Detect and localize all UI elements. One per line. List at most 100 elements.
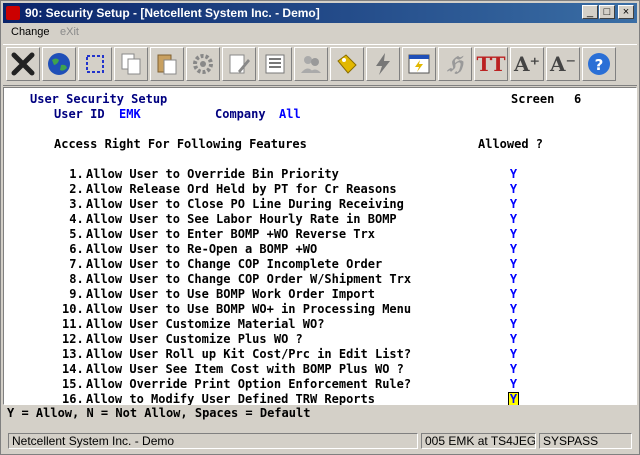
screen-label: Screen xyxy=(511,92,555,106)
screen-number: 6 xyxy=(574,92,582,106)
internet-tool-button[interactable] xyxy=(42,47,76,81)
feature-label: Allow User Roll up Kit Cost/Prc in Edit … xyxy=(86,347,412,361)
company-label: Company xyxy=(215,107,266,121)
feature-label: Allow User to Re-Open a BOMP +WO xyxy=(86,242,318,256)
feature-label: Allow Override Print Option Enforcement … xyxy=(86,377,412,391)
feature-allowed-field[interactable]: Y xyxy=(509,347,518,362)
svg-text:?: ? xyxy=(595,56,604,74)
close-button[interactable]: × xyxy=(618,5,634,19)
font-style-icon: TT xyxy=(476,52,506,76)
feature-number: 7. xyxy=(62,257,84,271)
signature-tool-button[interactable]: ℌ xyxy=(438,47,472,81)
feature-number: 11. xyxy=(62,317,84,331)
settings-icon xyxy=(193,54,213,74)
feature-number: 1. xyxy=(62,167,84,181)
help-icon: ? xyxy=(588,53,610,75)
feature-allowed-field[interactable]: Y xyxy=(509,377,518,392)
list-tool-button[interactable] xyxy=(258,47,292,81)
feature-allowed-field[interactable]: Y xyxy=(509,257,518,272)
tag-tool-button[interactable] xyxy=(330,47,364,81)
select-box-icon xyxy=(86,55,104,73)
feature-label: Allow User to Enter BOMP +WO Reverse Trx xyxy=(86,227,375,241)
feature-allowed-field[interactable]: Y xyxy=(509,212,518,227)
calendar-lightning-icon xyxy=(408,54,430,74)
users-icon xyxy=(301,56,321,73)
globe-icon xyxy=(48,53,70,75)
feature-allowed-field[interactable]: Y xyxy=(509,287,518,302)
status-company: Netcellent System Inc. - Demo xyxy=(8,433,418,449)
list-icon xyxy=(265,54,285,74)
feature-allowed-field[interactable]: Y xyxy=(509,362,518,377)
tag-icon xyxy=(337,54,357,74)
terminal-screen: User Security Setup Screen 6 User ID EMK… xyxy=(3,87,637,407)
feature-allowed-field[interactable]: Y xyxy=(509,332,518,347)
font-decrease-tool-button[interactable]: A⁻ xyxy=(546,47,580,81)
feature-number: 14. xyxy=(62,362,84,376)
lightning-icon xyxy=(376,53,390,75)
users-tool-button[interactable] xyxy=(294,47,328,81)
feature-number: 8. xyxy=(62,272,84,286)
feature-number: 3. xyxy=(62,197,84,211)
feature-number: 2. xyxy=(62,182,84,196)
signature-icon: ℌ xyxy=(447,52,463,76)
paste-tool-button[interactable] xyxy=(150,47,184,81)
copy-tool-button[interactable] xyxy=(114,47,148,81)
feature-label: Allow Release Ord Held by PT for Cr Reas… xyxy=(86,182,397,196)
feature-allowed-field[interactable]: Y xyxy=(509,227,518,242)
font-style-tool-button[interactable]: TT xyxy=(474,47,508,81)
feature-number: 12. xyxy=(62,332,84,346)
feature-allowed-field[interactable]: Y xyxy=(509,182,518,197)
feature-label: Allow User to Change COP Incomplete Orde… xyxy=(86,257,383,271)
feature-label: Allow User See Item Cost with BOMP Plus … xyxy=(86,362,404,376)
company-value[interactable]: All xyxy=(279,107,301,122)
feature-allowed-field[interactable]: Y xyxy=(509,317,518,332)
feature-number: 6. xyxy=(62,242,84,256)
help-hint-bar: Y = Allow, N = Not Allow, Spaces = Defau… xyxy=(3,405,637,424)
maximize-button[interactable]: □ xyxy=(599,5,615,19)
feature-allowed-field[interactable]: Y xyxy=(509,272,518,287)
select-tool-button[interactable] xyxy=(78,47,112,81)
feature-label: Allow User to Close PO Line During Recei… xyxy=(86,197,404,211)
user-id-value[interactable]: EMK xyxy=(119,107,141,122)
feature-allowed-field[interactable]: Y xyxy=(509,302,518,317)
minimize-button[interactable]: _ xyxy=(582,5,598,19)
feature-label: Allow User to Change COP Order W/Shipmen… xyxy=(86,272,412,286)
edit-icon xyxy=(229,54,250,74)
status-session: 005 EMK at TS4JEG xyxy=(421,433,536,449)
title-bar: 90: Security Setup - [Netcellent System … xyxy=(3,3,637,23)
feature-number: 13. xyxy=(62,347,84,361)
feature-number: 9. xyxy=(62,287,84,301)
help-tool-button[interactable]: ? xyxy=(582,47,616,81)
menu-exit[interactable]: eXit xyxy=(60,26,79,38)
feature-number: 4. xyxy=(62,212,84,226)
feature-label: Allow User Customize Material WO? xyxy=(86,317,325,331)
edit-tool-button[interactable] xyxy=(222,47,256,81)
feature-number: 5. xyxy=(62,227,84,241)
feature-label: Allow User to Use BOMP Work Order Import xyxy=(86,287,375,301)
toolbar: ℌ TT A⁺ A⁻ ? xyxy=(3,44,637,86)
window-title: 90: Security Setup - [Netcellent System … xyxy=(25,6,320,20)
allowed-header: Allowed ? xyxy=(478,137,544,151)
calendar-tool-button[interactable] xyxy=(402,47,436,81)
exit-tool-button[interactable] xyxy=(6,47,40,81)
help-hint-text: Y = Allow, N = Not Allow, Spaces = Defau… xyxy=(7,406,311,420)
features-header: Access Right For Following Features xyxy=(54,137,307,151)
feature-number: 15. xyxy=(62,377,84,391)
feature-allowed-field[interactable]: Y xyxy=(509,197,518,212)
exit-icon xyxy=(11,52,35,76)
app-icon xyxy=(6,6,20,20)
feature-label: Allow User to Override Bin Priority xyxy=(86,167,339,181)
font-increase-icon: A⁺ xyxy=(513,52,541,76)
user-id-label: User ID xyxy=(54,107,105,121)
screen-title: User Security Setup xyxy=(30,92,168,106)
feature-allowed-field[interactable]: Y xyxy=(509,242,518,257)
lightning-tool-button[interactable] xyxy=(366,47,400,81)
feature-label: Allow User to See Labor Hourly Rate in B… xyxy=(86,212,397,226)
settings-tool-button[interactable] xyxy=(186,47,220,81)
feature-allowed-field[interactable]: Y xyxy=(509,167,518,182)
status-bar: Netcellent System Inc. - Demo 005 EMK at… xyxy=(3,431,637,451)
font-increase-tool-button[interactable]: A⁺ xyxy=(510,47,544,81)
menu-change[interactable]: Change xyxy=(11,26,50,38)
font-decrease-icon: A⁻ xyxy=(549,52,577,76)
status-database: SYSPASS xyxy=(539,433,632,449)
